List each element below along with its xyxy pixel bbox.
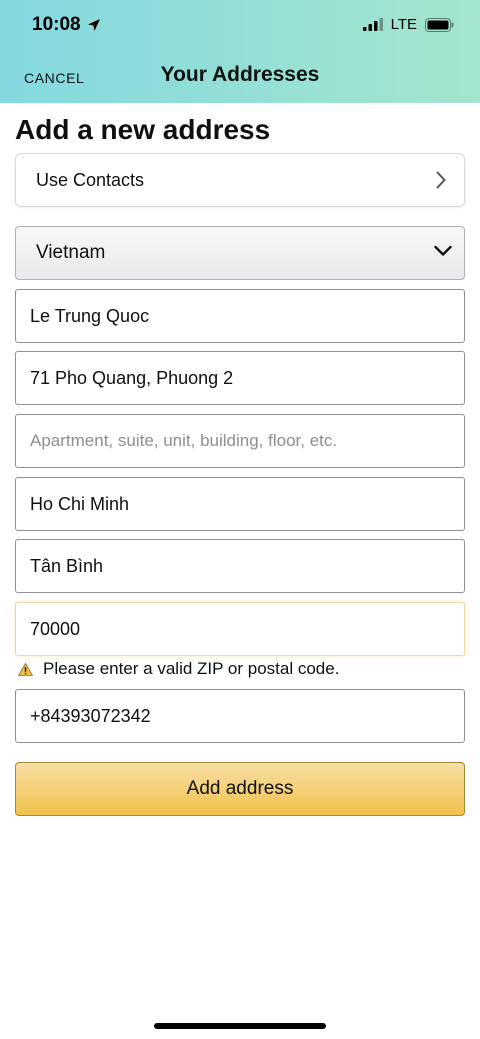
page-title: Your Addresses (160, 63, 320, 86)
full-name-input[interactable]: Le Trung Quoc (15, 289, 465, 343)
zip-input[interactable]: 70000 (15, 602, 465, 656)
status-time: 10:08 (32, 14, 101, 36)
warning-icon (18, 662, 33, 676)
home-indicator[interactable] (154, 1023, 326, 1029)
use-contacts-label: Use Contacts (36, 169, 145, 190)
use-contacts-button[interactable]: Use Contacts (15, 153, 465, 207)
chevron-right-icon (436, 171, 446, 189)
country-selected-value: Vietnam (36, 242, 106, 263)
address-line1-input[interactable]: 71 Pho Quang, Phuong 2 (15, 351, 465, 405)
status-indicators: LTE (362, 16, 454, 33)
zip-error-text: Please enter a valid ZIP or postal code. (43, 659, 340, 678)
city-input[interactable]: Ho Chi Minh (15, 477, 465, 531)
zip-error-message: Please enter a valid ZIP or postal code. (18, 659, 339, 679)
app-header: 10:08 LTE CANCEL Your Addresses (0, 0, 480, 103)
state-region-input[interactable]: Tân Bình (15, 539, 465, 593)
country-select[interactable]: Vietnam (15, 226, 465, 280)
network-type: LTE (390, 16, 417, 33)
address-line2-input[interactable]: Apartment, suite, unit, building, floor,… (15, 414, 465, 468)
battery-icon (425, 17, 454, 32)
form-heading: Add a new address (15, 114, 271, 145)
chevron-down-icon (434, 245, 452, 256)
phone-input[interactable]: +84393072342 (15, 689, 465, 743)
signal-bars-icon (362, 18, 383, 31)
add-address-button[interactable]: Add address (15, 762, 465, 816)
location-arrow-icon (87, 19, 100, 31)
status-time-text: 10:08 (32, 14, 81, 35)
